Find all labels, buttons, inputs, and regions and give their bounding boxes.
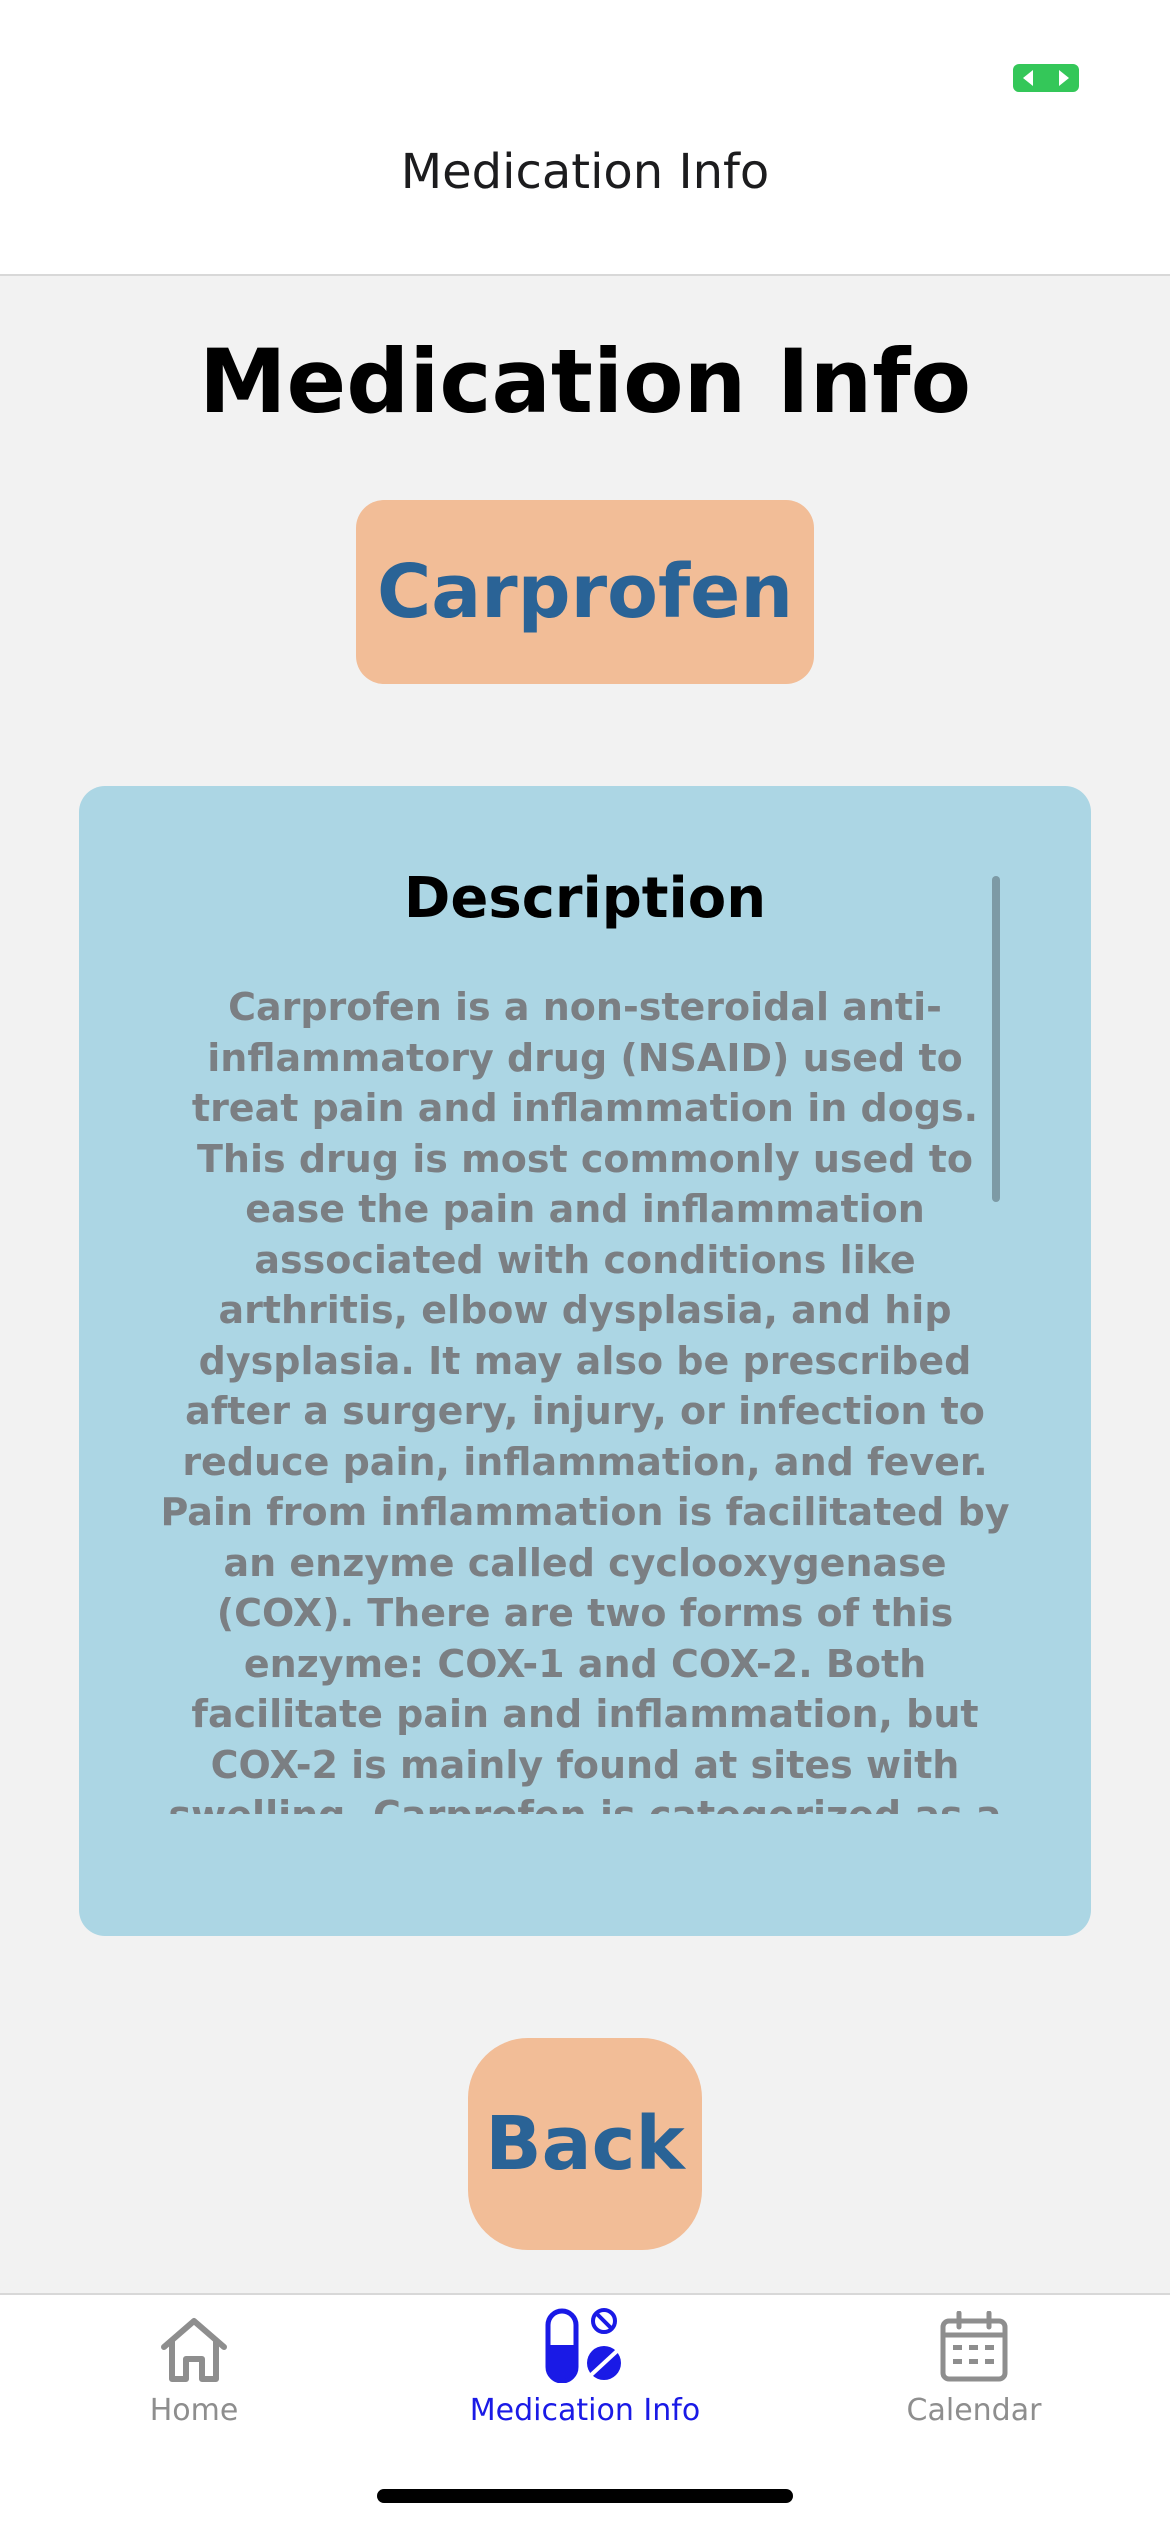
tab-calendar-label: Calendar — [906, 2393, 1042, 2428]
tab-calendar[interactable]: Calendar — [874, 2295, 1074, 2445]
status-bar — [0, 0, 1170, 140]
tab-medication-info-label: Medication Info — [469, 2393, 701, 2428]
pills-icon — [544, 2299, 626, 2383]
header-title: Medication Info — [400, 144, 770, 200]
description-heading: Description — [403, 866, 767, 931]
calendar-icon — [939, 2299, 1009, 2383]
home-indicator[interactable] — [377, 2489, 793, 2503]
tab-home-label: Home — [149, 2393, 239, 2428]
scrollbar-thumb[interactable] — [992, 876, 1000, 1202]
home-icon — [158, 2299, 230, 2383]
navigation-header: Medication Info — [0, 140, 1170, 276]
description-card: Description Carprofen is a non-steroidal… — [79, 786, 1091, 1936]
tab-medication-info[interactable]: Medication Info — [435, 2295, 735, 2445]
medication-name-button[interactable]: Carprofen — [356, 500, 814, 684]
back-button[interactable]: Back — [468, 2038, 702, 2250]
page-title: Medication Info — [198, 330, 972, 433]
tab-home[interactable]: Home — [94, 2295, 294, 2445]
status-indicator-icon — [1013, 64, 1079, 92]
description-text: Carprofen is a non-steroidal anti-inflam… — [160, 985, 1010, 1814]
description-scroll-area[interactable]: Carprofen is a non-steroidal anti-inflam… — [159, 982, 1011, 1814]
